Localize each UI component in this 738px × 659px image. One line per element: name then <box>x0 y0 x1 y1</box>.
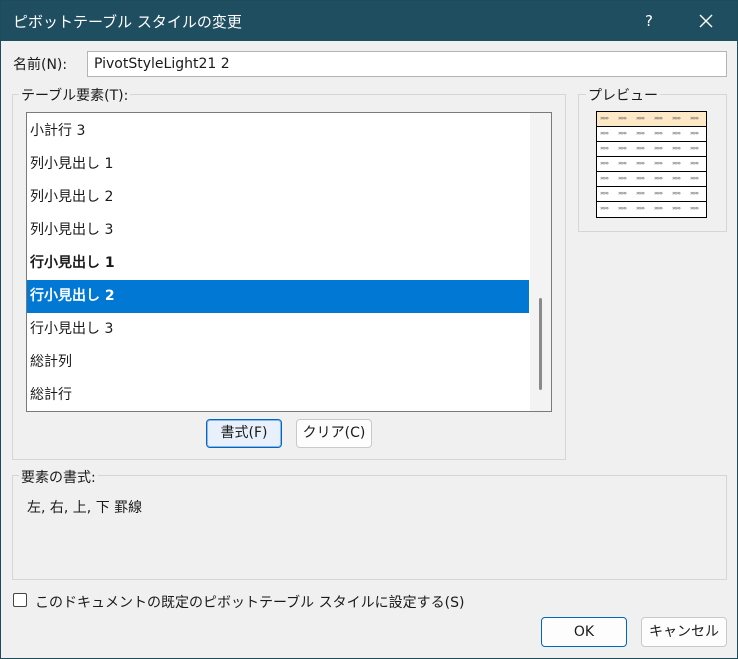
table-elements-caption: テーブル要素(T): <box>19 85 131 105</box>
preview-caption: プレビュー <box>586 85 660 105</box>
list-item[interactable]: 総計列 <box>27 346 529 379</box>
preview-row: »»»»»»»»»»»»»»»»»» <box>600 205 699 212</box>
list-item[interactable]: 小計行 3 <box>27 115 529 148</box>
element-format-caption: 要素の書式: <box>19 467 98 487</box>
cancel-button[interactable]: キャンセル <box>641 617 727 647</box>
preview-table: »»»»»»»»»»»»»»»»»» »»»»»»»»»»»»»»»»»» »»… <box>596 111 707 218</box>
default-style-checkbox[interactable] <box>13 593 27 607</box>
list-item[interactable]: 列小見出し 2 <box>27 181 529 214</box>
help-button[interactable]: ? <box>625 1 673 41</box>
preview-header-row: »»»»»»»»»»»»»»»»»» <box>597 112 706 127</box>
default-style-label[interactable]: このドキュメントの既定のピボットテーブル スタイルに設定する(S) <box>35 592 464 612</box>
modify-pivot-style-dialog: ピボットテーブル スタイルの変更 ? 名前(N): PivotStyleLigh… <box>0 0 738 659</box>
list-item-selected[interactable]: 行小見出し 2 <box>27 280 529 313</box>
list-scrollbar[interactable] <box>530 113 551 411</box>
list-item[interactable]: 行小見出し 3 <box>27 313 529 346</box>
close-icon <box>699 14 713 28</box>
preview-row: »»»»»»»»»»»»»»»»»» <box>597 157 706 172</box>
list-item[interactable]: 行小見出し 1 <box>27 247 529 280</box>
list-item[interactable]: 総計行 <box>27 379 529 411</box>
preview-row: »»»»»»»»»»»»»»»»»» <box>597 142 706 157</box>
scrollbar-thumb[interactable] <box>539 298 542 390</box>
preview-row: »»»»»»»»»»»»»»»»»» <box>597 187 706 202</box>
clear-button[interactable]: クリア(C) <box>296 419 372 448</box>
format-button[interactable]: 書式(F) <box>206 419 282 448</box>
close-button[interactable] <box>681 1 731 41</box>
table-elements-list[interactable]: 小計行 3 列小見出し 1 列小見出し 2 列小見出し 3 行小見出し 1 行小… <box>26 112 552 412</box>
element-format-group <box>12 475 727 580</box>
list-item[interactable]: 列小見出し 3 <box>27 214 529 247</box>
name-input[interactable]: PivotStyleLight21 2 <box>87 51 727 77</box>
window-title: ピボットテーブル スタイルの変更 <box>13 13 242 31</box>
list-item[interactable]: 列小見出し 1 <box>27 148 529 181</box>
element-format-description: 左, 右, 上, 下 罫線 <box>27 500 143 516</box>
name-label: 名前(N): <box>13 57 68 73</box>
ok-button[interactable]: OK <box>541 617 627 647</box>
preview-row: »»»»»»»»»»»»»»»»»» <box>597 172 706 187</box>
title-bar: ピボットテーブル スタイルの変更 ? <box>1 1 737 41</box>
preview-row: »»»»»»»»»»»»»»»»»» <box>597 127 706 142</box>
